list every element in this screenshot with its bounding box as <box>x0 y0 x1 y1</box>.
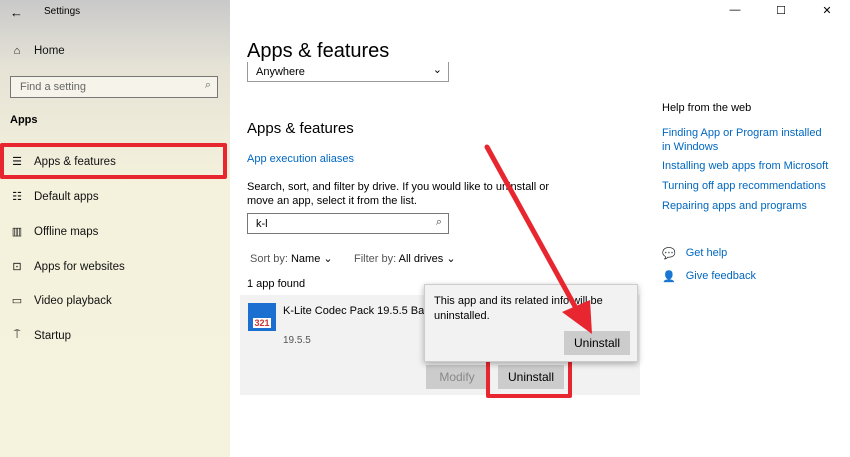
annotation-arrow <box>484 144 592 334</box>
